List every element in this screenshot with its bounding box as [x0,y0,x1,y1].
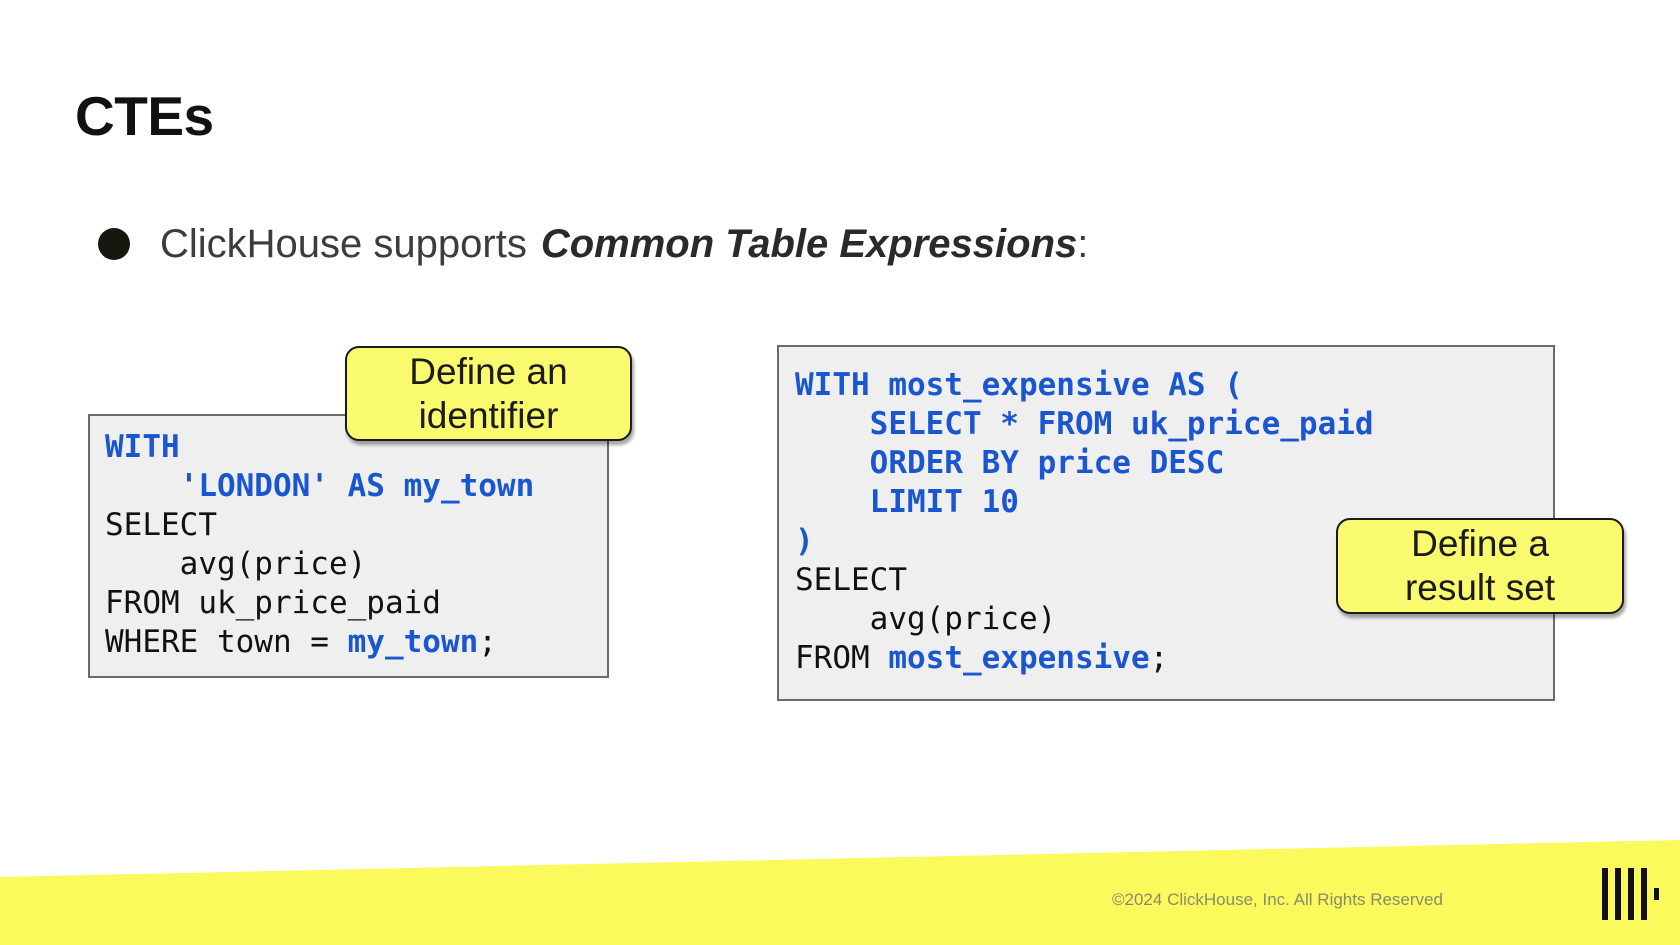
code-text: FROM uk_price_paid [105,585,441,621]
code-line: SELECT [795,561,1374,600]
code-line: avg(price) [105,545,534,584]
code-keyword: 'LONDON' AS my_town [105,468,535,504]
code-result-set-example: WITH most_expensive AS ( SELECT * FROM u… [795,366,1374,678]
code-keyword: my_town [347,624,479,660]
code-line: LIMIT 10 [795,483,1374,522]
code-line: SELECT [105,506,534,545]
bullet-emphasis: Common Table Expressions [540,221,1078,266]
code-line: WHERE town = my_town; [105,623,534,662]
callout-line-1: Define an [409,350,568,392]
code-keyword: ) [795,523,814,559]
code-keyword: LIMIT 10 [795,484,1019,520]
callout-define-identifier: Define an identifier [345,346,632,441]
callout-line-2: result set [1404,567,1556,608]
bullet-suffix: : [1077,221,1089,266]
bullet-dot-icon [98,228,130,260]
slide-title: CTEs [75,85,214,147]
code-keyword: ORDER BY price DESC [795,445,1225,481]
bullet-text: ClickHouse supports Common Table Expressi… [160,222,1088,267]
code-line: ) [795,522,1374,561]
code-text: FROM [795,640,889,676]
code-text: ; [478,624,497,660]
code-identifier-example: WITH 'LONDON' AS my_town SELECT avg(price… [105,428,534,662]
code-line: WITH most_expensive AS ( [795,366,1374,405]
code-line: ORDER BY price DESC [795,444,1374,483]
code-line: FROM uk_price_paid [105,584,534,623]
code-line: SELECT * FROM uk_price_paid [795,405,1374,444]
code-keyword: SELECT * FROM uk_price_paid [795,406,1374,442]
callout-define-result-set: Define a result set [1336,518,1624,614]
code-text: WHERE town = [105,624,348,660]
code-text: SELECT [795,562,907,598]
code-line: avg(price) [795,600,1374,639]
code-keyword: WITH most_expensive AS ( [795,367,1243,403]
code-line: FROM most_expensive; [795,639,1374,678]
code-line: 'LONDON' AS my_town [105,467,535,506]
bullet-prefix: ClickHouse supports [160,221,527,266]
code-text: avg(price) [105,546,367,582]
code-text: avg(price) [795,601,1057,637]
code-text: SELECT [105,507,217,543]
copyright-text: ©2024 ClickHouse, Inc. All Rights Reserv… [1112,890,1443,909]
callout-line-1: Define a [1411,523,1549,564]
callout-line-2: identifier [418,394,559,436]
code-keyword: most_expensive [888,640,1150,676]
code-keyword: WITH [105,429,180,465]
bullet-point: ClickHouse supports Common Table Expressi… [98,214,1088,274]
code-text: ; [1149,640,1169,676]
clickhouse-logo-icon [1602,868,1659,920]
